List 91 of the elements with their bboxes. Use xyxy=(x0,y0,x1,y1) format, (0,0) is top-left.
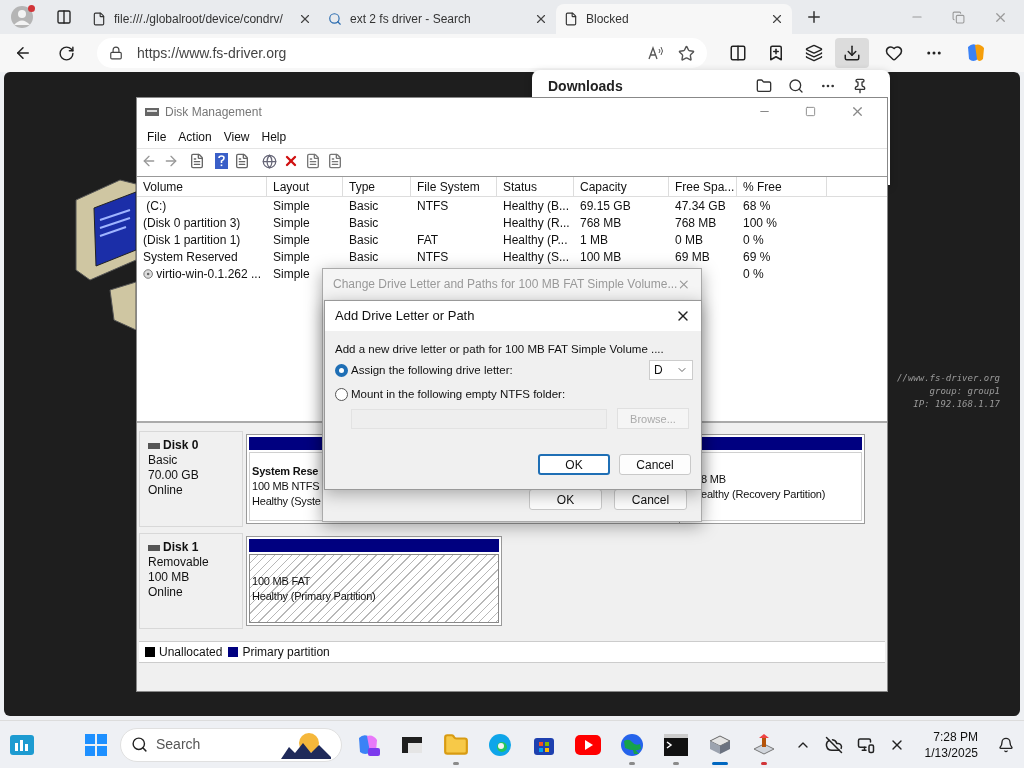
column-header[interactable]: % Free xyxy=(737,177,827,197)
dialog-title: Add Drive Letter or Path xyxy=(335,307,476,326)
url-text: https://www.fs-driver.org xyxy=(137,43,288,63)
dialog-description: Add a new drive letter or path for 100 MB FAT Simple Volume .... xyxy=(335,342,665,357)
table-cell-text: virtio-win-0.1.262 ... xyxy=(156,265,261,283)
caption-text: group: group1 xyxy=(929,385,1000,398)
dialog-title: Change Drive Letter and Paths for 100 MB FAT Simple Volume... xyxy=(333,276,678,293)
table-cell-text: Simple xyxy=(273,197,310,215)
drive-letter-select[interactable]: D xyxy=(649,360,693,381)
disk-label[interactable]: Disk 0 Basic 70.00 GB Online xyxy=(139,431,243,527)
partition-name: System Rese xyxy=(252,464,320,479)
disk-status: Online xyxy=(148,483,184,498)
browser-tab[interactable]: ext 2 fs driver - Search xyxy=(320,4,556,34)
menu-item[interactable]: View xyxy=(217,127,256,146)
panel-title: Downloads xyxy=(548,77,624,96)
disk-size: 70.00 GB xyxy=(148,468,200,483)
table-cell-text: (Disk 1 partition 1) xyxy=(143,231,241,249)
search-box[interactable]: Search xyxy=(120,727,342,762)
column-header[interactable]: Free Spa... xyxy=(669,177,737,197)
table-cell-text: 69 MB xyxy=(675,248,710,266)
tab-title: file:///./globalroot/device/condrv/ xyxy=(114,11,284,28)
partition-info: Healthy (Syste xyxy=(252,494,322,509)
table-cell-text: Basic xyxy=(349,248,379,266)
table-cell-text: Simple xyxy=(273,265,310,283)
dialog-button[interactable]: OK xyxy=(538,454,610,475)
radio-option[interactable]: Mount in the following empty NTFS folder: xyxy=(335,385,566,403)
menu-item[interactable]: Help xyxy=(255,127,293,146)
table-cell-text: 100 % xyxy=(743,214,778,232)
table-cell-text: FAT xyxy=(417,231,439,249)
tab-title: ext 2 fs driver - Search xyxy=(350,11,472,28)
table-cell-text: Simple xyxy=(273,248,310,266)
menu-item[interactable]: Action xyxy=(172,127,218,146)
column-header[interactable]: Type xyxy=(343,177,411,197)
partition-block[interactable]: 100 MB FAT Healthy (Primary Partition) xyxy=(246,536,502,626)
table-cell-text: 768 MB xyxy=(675,214,717,232)
partition-info: Healthy (Primary Partition) xyxy=(252,588,377,604)
table-cell-text: 68 % xyxy=(743,197,771,215)
table-cell-text: Healthy (S... xyxy=(503,248,570,266)
table-cell-text: 0 % xyxy=(743,231,764,249)
menu-item[interactable]: File xyxy=(141,127,173,146)
dialog-button[interactable]: Cancel xyxy=(619,454,691,475)
disk-name: Disk 0 xyxy=(163,438,199,453)
column-header[interactable]: Volume xyxy=(137,177,267,197)
table-cell-text: 768 MB xyxy=(580,214,622,232)
legend-label: Primary partition xyxy=(242,644,330,661)
browser-tab[interactable]: Blocked xyxy=(556,4,792,34)
table-cell-text: Healthy (B... xyxy=(503,197,570,215)
disk-label[interactable]: Disk 1 Removable 100 MB Online xyxy=(139,533,243,629)
table-cell-text: Basic xyxy=(349,231,379,249)
dialog-button[interactable]: OK xyxy=(529,489,602,510)
tab-title: Blocked xyxy=(586,11,630,28)
table-cell-text: 47.34 GB xyxy=(675,197,726,215)
partition-info: 8 MB xyxy=(701,471,727,487)
table-cell-text: 0 % xyxy=(743,265,764,283)
table-cell-text: 100 MB xyxy=(580,248,622,266)
column-header[interactable]: Layout xyxy=(267,177,343,197)
window-title: Disk Management xyxy=(165,103,262,121)
table-cell-text: NTFS xyxy=(417,197,449,215)
table-cell-text: (Disk 0 partition 3) xyxy=(143,214,241,232)
table-cell-text: Basic xyxy=(349,197,379,215)
column-header[interactable]: File System xyxy=(411,177,497,197)
column-header[interactable]: Status xyxy=(497,177,574,197)
table-cell-text: System Reserved xyxy=(143,248,238,266)
partition-info: ealthy (Recovery Partition) xyxy=(701,486,827,502)
table-cell-text: 69 % xyxy=(743,248,771,266)
partition-info: 100 MB FAT xyxy=(252,573,312,589)
caption-text: //www.fs-driver.org xyxy=(897,372,1000,385)
disk-status: Online xyxy=(148,585,184,600)
table-cell-text: 69.15 GB xyxy=(580,197,631,215)
disk-type: Removable xyxy=(148,555,210,570)
table-cell-text: Healthy (R... xyxy=(503,214,570,232)
table-cell-text: Healthy (P... xyxy=(503,231,568,249)
table-cell-text: Basic xyxy=(349,214,379,232)
disk-type: Basic xyxy=(148,453,179,468)
browser-tab[interactable]: file:///./globalroot/device/condrv/ xyxy=(84,4,320,34)
caption-text: IP: 192.168.1.17 xyxy=(913,398,1000,411)
table-cell-text: Simple xyxy=(273,214,310,232)
table-cell-text: Simple xyxy=(273,231,310,249)
table-cell-text: 0 MB xyxy=(675,231,703,249)
column-header[interactable]: Capacity xyxy=(574,177,669,197)
table-cell-text: NTFS xyxy=(417,248,449,266)
legend-label: Unallocated xyxy=(159,644,223,661)
disk-size: 100 MB xyxy=(148,570,191,585)
partition-info: 100 MB NTFS xyxy=(252,479,321,494)
dialog-button[interactable]: Cancel xyxy=(614,489,687,510)
clock[interactable]: 7:28 PM 1/13/2025 xyxy=(924,728,978,761)
address-bar[interactable]: https://www.fs-driver.org xyxy=(97,38,707,68)
radio-option[interactable]: Assign the following drive letter: xyxy=(335,361,513,379)
table-cell-text: (C:) xyxy=(145,197,167,215)
table-cell-text: 1 MB xyxy=(580,231,608,249)
disk-name: Disk 1 xyxy=(163,540,199,555)
